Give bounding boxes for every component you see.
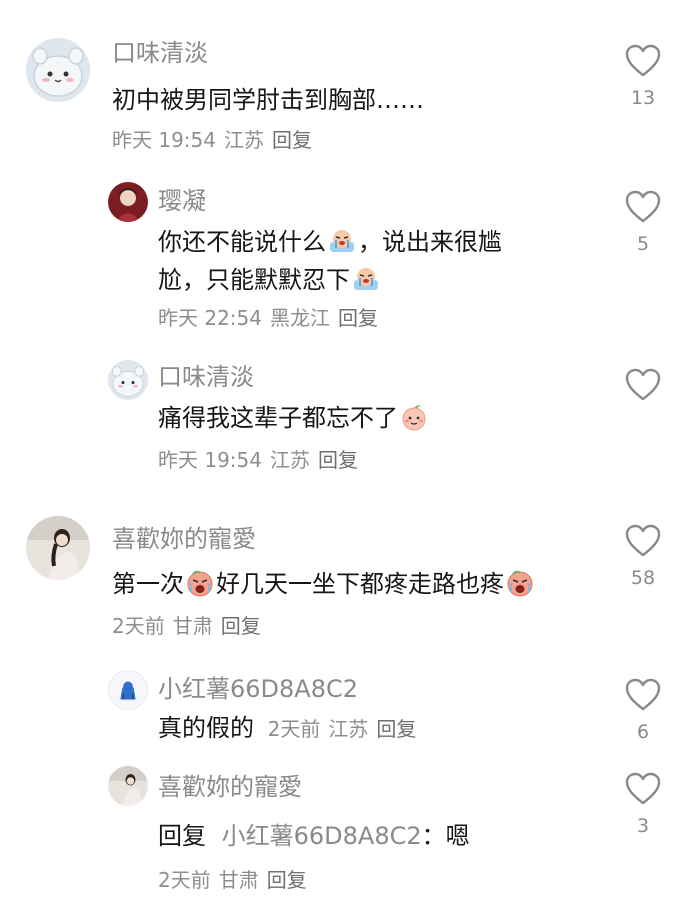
- reply-button[interactable]: 回复: [376, 717, 416, 741]
- reply-text-part: 痛得我这辈子都忘不了: [158, 404, 398, 432]
- avatar[interactable]: [108, 182, 148, 222]
- heart-icon: [625, 368, 661, 401]
- avatar[interactable]: [108, 766, 148, 806]
- crying-emoji-icon: [351, 264, 381, 294]
- girl-photo-avatar-icon: [108, 766, 148, 806]
- crying-emoji-icon: [327, 226, 357, 256]
- reply-item: 喜歡妳的寵愛 回复 小红薯66D8A8C2：嗯 2天前 甘肃 回复 3: [0, 760, 690, 911]
- comment-location: 江苏: [224, 128, 264, 152]
- reply-button[interactable]: 回复: [272, 128, 312, 152]
- like-button[interactable]: 58: [620, 524, 666, 590]
- reply-username[interactable]: 小红薯66D8A8C2: [158, 674, 358, 704]
- peach-face-emoji-icon: [399, 402, 429, 432]
- comment-meta: 昨天 19:54 江苏 回复: [112, 127, 320, 153]
- comment-username[interactable]: 口味清淡: [112, 38, 208, 68]
- reply-location: 江苏: [328, 717, 369, 741]
- comment-time: 2天前: [112, 614, 165, 638]
- like-button[interactable]: 13: [620, 44, 666, 110]
- reply-time: 2天前: [267, 717, 321, 741]
- screaming-emoji-icon: [505, 568, 535, 598]
- reply-location: 江苏: [270, 448, 310, 472]
- reply-text-part: ，说出来很尴: [358, 228, 502, 256]
- reply-username[interactable]: 口味清淡: [158, 362, 254, 392]
- heart-icon: [625, 678, 661, 711]
- reply-username[interactable]: 璎凝: [158, 186, 206, 216]
- reply-text-part: 你还不能说什么: [158, 228, 326, 256]
- reply-username[interactable]: 喜歡妳的寵愛: [158, 772, 302, 802]
- like-count: 5: [636, 233, 650, 255]
- reply-item: 璎凝 你还不能说什么 ，说出来很尴 尬，只能默默忍下 昨天 22:54 黑龙江 回复 …: [0, 170, 690, 340]
- girl-photo-avatar-icon: [26, 516, 90, 580]
- avatar[interactable]: [26, 516, 90, 580]
- reply-time: 2天前: [158, 868, 211, 892]
- reply-item: 小红薯66D8A8C2 真的假的 2天前 江苏 回复 6: [0, 660, 690, 760]
- heart-icon: [625, 772, 661, 805]
- avatar[interactable]: [108, 670, 148, 710]
- reply-button[interactable]: 回复: [221, 614, 261, 638]
- reply-meta: 2天前 江苏 回复: [268, 717, 425, 741]
- comment-text: 初中被男同学肘击到胸部……: [112, 86, 424, 114]
- reply-text-part: ：嗯: [421, 822, 470, 850]
- reply-item: 口味清淡 痛得我这辈子都忘不了 昨天 19:54 江苏 回复: [0, 340, 690, 490]
- reply-location: 黑龙江: [270, 306, 330, 330]
- comment-username[interactable]: 喜歡妳的寵愛: [112, 524, 256, 554]
- reply-meta: 昨天 19:54 江苏 回复: [158, 447, 366, 473]
- reply-label: 回复: [158, 822, 206, 850]
- like-count: 6: [636, 721, 650, 743]
- like-button[interactable]: 5: [620, 190, 666, 256]
- reply-button[interactable]: 回复: [267, 868, 307, 892]
- comment-text: 第一次 好几天一坐下都疼走路也疼: [112, 566, 536, 602]
- reply-button[interactable]: 回复: [318, 448, 358, 472]
- reply-text: 你还不能说什么 ，说出来很尴: [158, 224, 502, 260]
- hamster-avatar-icon: [108, 360, 148, 400]
- comment-time: 昨天 19:54: [112, 128, 216, 152]
- mentioned-user[interactable]: 小红薯66D8A8C2: [222, 822, 422, 850]
- reply-time: 昨天 22:54: [158, 306, 262, 330]
- reply-text: 痛得我这辈子都忘不了: [158, 400, 430, 436]
- reply-text: 回复 小红薯66D8A8C2：嗯: [158, 818, 470, 854]
- reply-meta: 昨天 22:54 黑龙江 回复: [158, 305, 386, 331]
- reply-meta: 2天前 甘肃 回复: [158, 867, 315, 893]
- reply-button[interactable]: 回复: [338, 306, 378, 330]
- reply-text-line2: 尬，只能默默忍下: [158, 262, 382, 298]
- heart-icon: [625, 524, 661, 557]
- reply-text-part: 尬，只能默默忍下: [158, 266, 350, 294]
- avatar[interactable]: [108, 360, 148, 400]
- hamster-avatar-icon: [26, 38, 90, 102]
- like-button[interactable]: 3: [620, 772, 666, 838]
- heart-icon: [625, 190, 661, 223]
- comment-meta: 2天前 甘肃 回复: [112, 613, 269, 639]
- like-button[interactable]: [620, 368, 666, 402]
- like-button[interactable]: 6: [620, 678, 666, 744]
- avatar[interactable]: [26, 38, 90, 102]
- comment-text-part: 好几天一坐下都疼走路也疼: [216, 570, 504, 598]
- heart-icon: [625, 44, 661, 77]
- reply-time: 昨天 19:54: [158, 448, 262, 472]
- like-count: 13: [630, 87, 656, 109]
- comment-item: 口味清淡 初中被男同学肘击到胸部…… 昨天 19:54 江苏 回复 13: [0, 0, 690, 170]
- screaming-emoji-icon: [185, 568, 215, 598]
- like-count: 58: [630, 567, 656, 589]
- comment-location: 甘肃: [172, 614, 213, 638]
- reply-location: 甘肃: [218, 868, 259, 892]
- girl-avatar-icon: [108, 182, 148, 222]
- reply-text-part: 真的假的: [158, 714, 254, 742]
- like-count: 3: [636, 815, 650, 837]
- reply-text: 真的假的 2天前 江苏 回复: [158, 710, 424, 746]
- default-user-avatar-icon: [109, 671, 147, 709]
- comment-item: 喜歡妳的寵愛 第一次 好几天一坐下都疼走路也疼 2天前 甘肃 回复 58: [0, 500, 690, 650]
- comment-text-part: 第一次: [112, 570, 184, 598]
